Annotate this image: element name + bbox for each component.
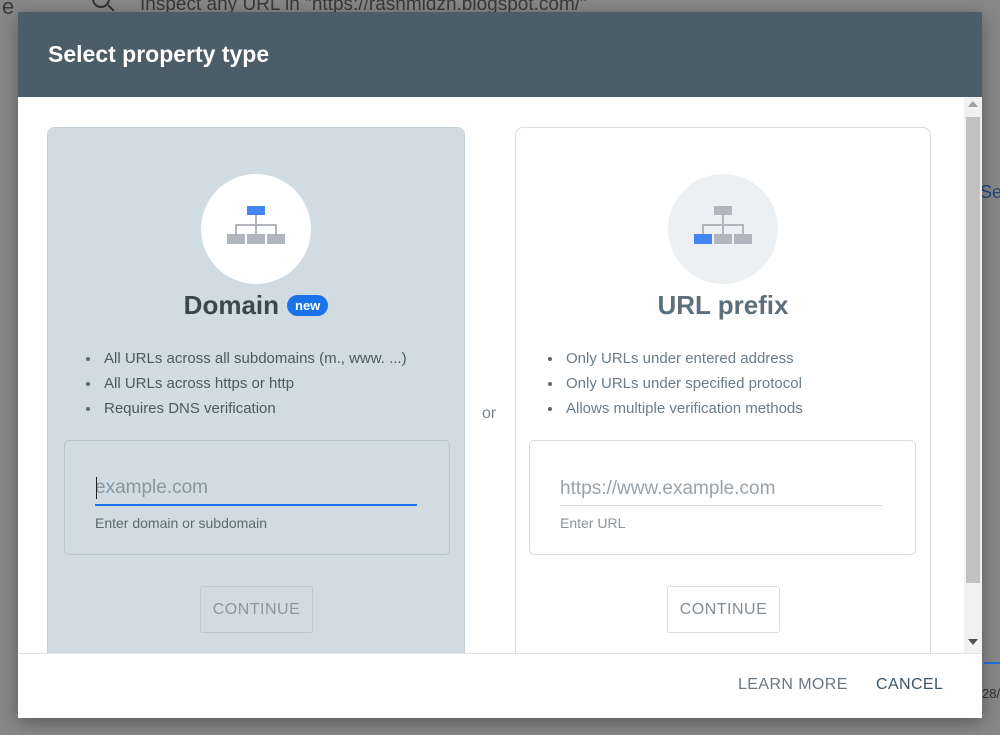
url-prefix-sitemap-icon — [694, 206, 752, 244]
url-prefix-input[interactable] — [560, 472, 882, 506]
text-cursor — [96, 477, 97, 499]
domain-title-row: Domain new — [48, 290, 464, 321]
search-icon — [92, 0, 110, 8]
url-prefix-continue-button[interactable]: CONTINUE — [667, 586, 780, 633]
domain-option-card[interactable]: Domain new All URLs across all subdomain… — [47, 127, 465, 653]
scroll-up-arrow-icon[interactable] — [968, 101, 978, 107]
domain-sitemap-icon — [227, 206, 285, 244]
select-property-dialog: Select property type Domain new All URLs… — [18, 12, 982, 718]
cancel-button[interactable]: CANCEL — [876, 676, 943, 694]
dialog-title: Select property type — [48, 41, 270, 67]
dialog-scrollbar[interactable] — [964, 97, 982, 653]
domain-input[interactable] — [95, 472, 417, 506]
background-link-fragment: Se — [980, 182, 1000, 202]
list-item: Requires DNS verification — [84, 396, 454, 421]
domain-title: Domain — [183, 290, 280, 320]
list-item: Only URLs under specified protocol — [546, 371, 920, 396]
list-item: All URLs across all subdomains (m., www.… — [84, 346, 454, 371]
list-item: Allows multiple verification methods — [546, 396, 920, 421]
dialog-header: Select property type — [18, 12, 982, 97]
domain-input-box: Enter domain or subdomain — [64, 440, 450, 555]
url-prefix-input-box: Enter URL — [529, 440, 916, 555]
url-prefix-helper-text: Enter URL — [560, 515, 626, 531]
url-prefix-feature-list: Only URLs under entered address Only URL… — [546, 346, 920, 421]
list-item: All URLs across https or http — [84, 371, 454, 396]
scrollbar-thumb[interactable] — [966, 117, 980, 583]
background-accent-line — [984, 662, 1000, 664]
url-prefix-title: URL prefix — [657, 290, 789, 320]
domain-hierarchy-icon — [201, 174, 311, 284]
url-prefix-option-card[interactable]: URL prefix Only URLs under entered addre… — [515, 127, 931, 653]
or-separator: or — [482, 405, 497, 422]
dialog-footer: LEARN MORE CANCEL — [18, 653, 982, 718]
url-prefix-hierarchy-icon — [668, 174, 778, 284]
dialog-body: Domain new All URLs across all subdomain… — [18, 97, 982, 653]
url-prefix-title-row: URL prefix — [516, 290, 930, 321]
background-number-fragment: 28/ — [982, 686, 1000, 701]
background-text-fragment: e — [2, 0, 15, 19]
domain-continue-button[interactable]: CONTINUE — [200, 586, 313, 633]
domain-helper-text: Enter domain or subdomain — [95, 515, 267, 531]
new-badge: new — [287, 295, 329, 316]
scroll-down-arrow-icon[interactable] — [968, 639, 978, 645]
domain-feature-list: All URLs across all subdomains (m., www.… — [84, 346, 454, 421]
learn-more-button[interactable]: LEARN MORE — [738, 676, 848, 694]
list-item: Only URLs under entered address — [546, 346, 920, 371]
